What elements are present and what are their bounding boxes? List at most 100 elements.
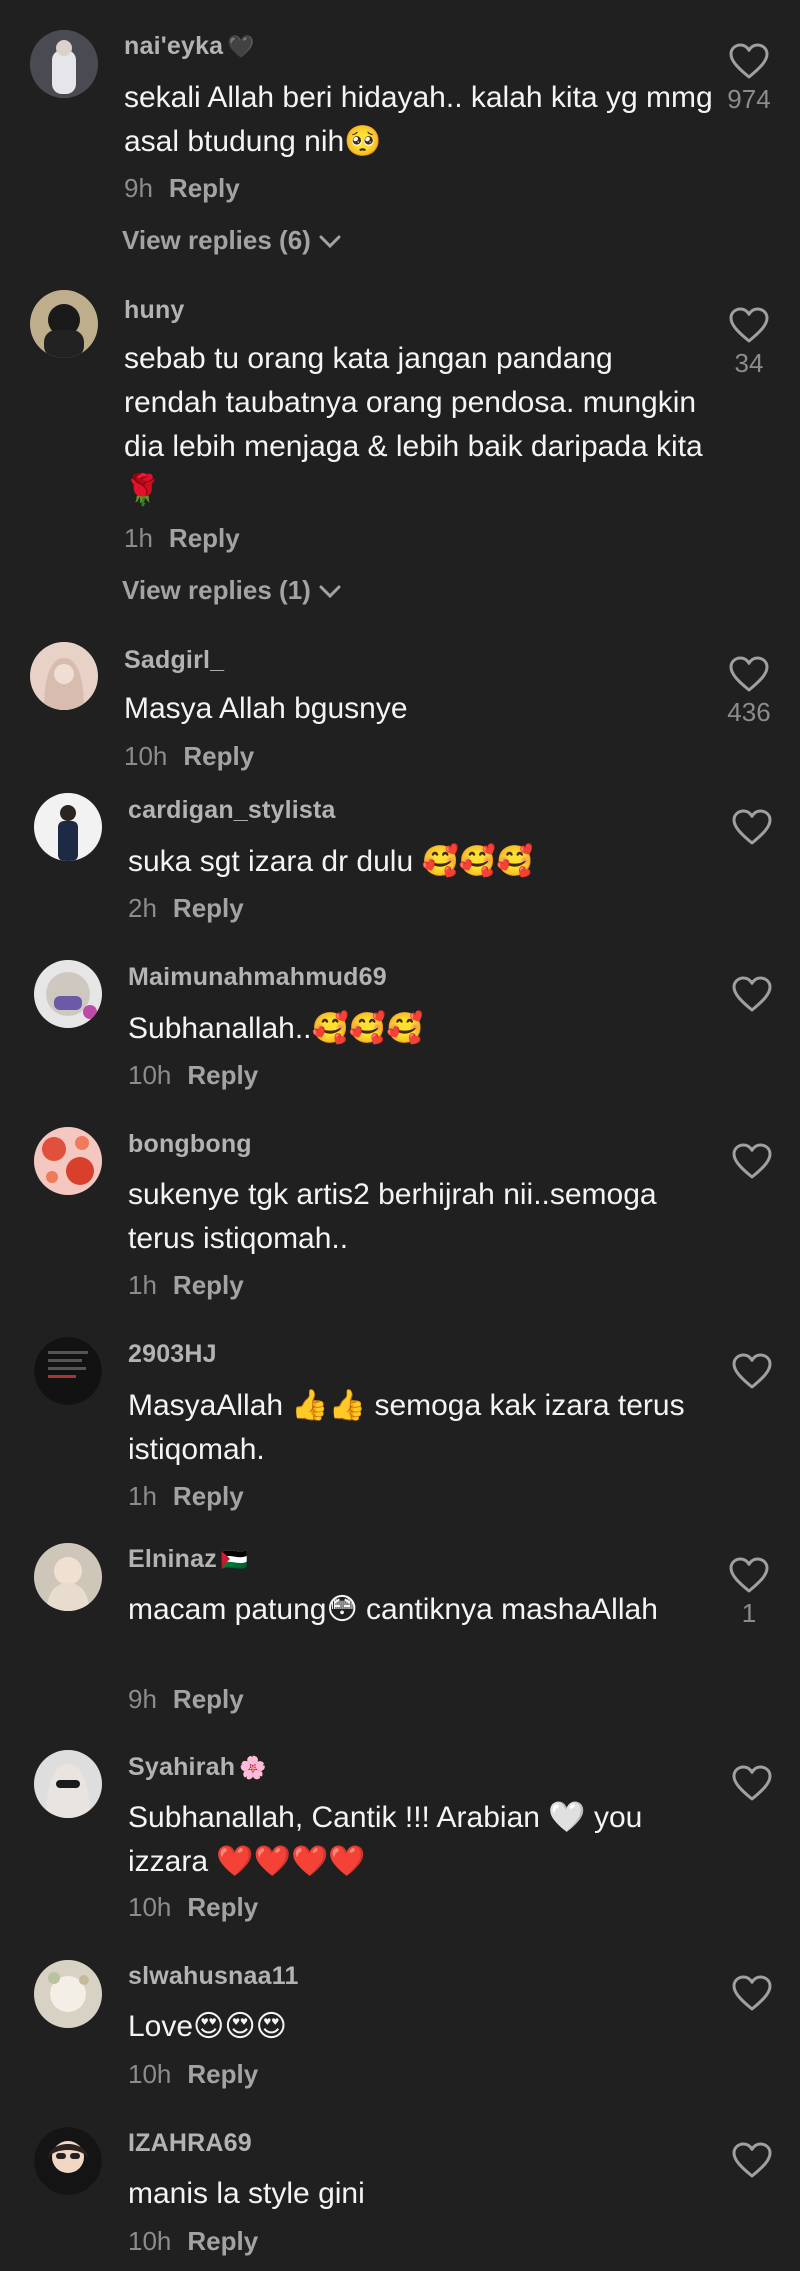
username-text: bongbong [128,1130,252,1158]
comment-text: Subhanallah..🥰🥰🥰 [128,1012,424,1045]
reply-button[interactable]: Reply [169,173,240,203]
username-text: slwahusnaa11 [128,1962,299,1990]
comment-username[interactable]: Maimunahmahmud69 [128,963,387,992]
view-replies-button[interactable]: View replies (1) [122,575,341,606]
reply-button[interactable]: Reply [187,2059,258,2089]
comment-meta: 10h Reply [124,741,254,772]
comment-time: 1h [128,1481,157,1511]
comment-text: sebab tu orang kata jangan pandang renda… [124,342,703,507]
username-text: IZAHRA69 [128,2129,252,2157]
comment-username[interactable]: IZAHRA69 [128,2129,252,2158]
heart-icon [729,1557,769,1593]
comment-username[interactable]: nai'eyka 🖤 [124,32,255,61]
view-replies-label: View replies (6) [122,225,311,255]
comment-text: Masya Allah bgusnye [124,692,408,725]
username-emoji: 🇵🇸 [220,1547,249,1572]
username-text: Elninaz [128,1545,217,1573]
reply-button[interactable]: Reply [187,2226,258,2256]
like-button[interactable] [712,975,792,1017]
comment-text: sekali Allah beri hidayah.. kalah kita y… [124,81,713,158]
avatar[interactable] [34,1337,102,1405]
comment-meta: 1h Reply [128,1481,244,1512]
reply-button[interactable]: Reply [187,1060,258,1090]
comment-meta: 2h Reply [128,893,244,924]
comment-text: MasyaAllah 👍👍 semoga kak izara terus ist… [128,1389,685,1466]
avatar[interactable] [30,642,98,710]
avatar[interactable] [34,1750,102,1818]
comment-meta: 10h Reply [128,1892,258,1923]
comment-time: 9h [128,1684,157,1714]
comment-meta: 9h Reply [124,173,240,204]
chevron-down-icon [319,585,341,599]
comment-username[interactable]: Sadgirl_ [124,646,224,675]
username-emoji: 🖤 [227,34,255,59]
heart-icon [729,307,769,343]
comment-text: manis la style gini [128,2177,365,2210]
username-text: nai'eyka [124,32,224,60]
reply-button[interactable]: Reply [183,741,254,771]
reply-button[interactable]: Reply [187,1892,258,1922]
username-text: huny [124,296,185,324]
comment-text: Subhanallah, Cantik !!! Arabian 🤍 you iz… [128,1801,643,1878]
like-button[interactable] [712,1974,792,2016]
like-button[interactable] [712,2141,792,2183]
comment-username[interactable]: cardigan_stylista [128,796,336,825]
like-button[interactable]: 436 [709,655,789,728]
view-replies-label: View replies (1) [122,575,311,605]
comment-username[interactable]: bongbong [128,1130,252,1159]
username-emoji: 🌸 [239,1755,267,1780]
heart-icon [732,809,772,845]
comment-time: 10h [128,2226,172,2256]
comment-meta: 1h Reply [128,1270,244,1301]
comment-username[interactable]: Syahirah 🌸 [128,1753,267,1782]
avatar[interactable] [34,960,102,1028]
comment-username[interactable]: huny [124,296,185,325]
like-button[interactable] [712,808,792,850]
like-button[interactable] [712,1764,792,1806]
like-count: 1 [741,1598,757,1628]
heart-icon [732,1353,772,1389]
comment-text: sukenye tgk artis2 berhijrah nii..semoga… [128,1178,657,1255]
comment-username[interactable]: slwahusnaa11 [128,1962,299,1991]
like-count: 436 [727,697,771,727]
reply-button[interactable]: Reply [173,893,244,923]
comment-time: 10h [128,1060,172,1090]
avatar[interactable] [34,2127,102,2195]
view-replies-button[interactable]: View replies (6) [122,225,341,256]
comment-time: 1h [124,523,153,553]
avatar[interactable] [34,1960,102,2028]
like-button[interactable]: 34 [709,306,789,379]
username-text: cardigan_stylista [128,796,336,824]
comment-username[interactable]: Elninaz 🇵🇸 [128,1545,249,1574]
heart-icon [732,2142,772,2178]
heart-icon [729,43,769,79]
comment-time: 10h [124,741,168,771]
avatar[interactable] [34,793,102,861]
like-button[interactable]: 974 [709,42,789,115]
like-button[interactable]: 1 [709,1556,789,1629]
comment-text: suka sgt izara dr dulu 🥰🥰🥰 [128,845,534,878]
comment-username[interactable]: 2903HJ [128,1340,217,1369]
heart-icon [732,1765,772,1801]
avatar[interactable] [34,1127,102,1195]
comment-meta: 10h Reply [128,1060,258,1091]
like-button[interactable] [712,1142,792,1184]
comment-time: 9h [124,173,153,203]
avatar[interactable] [34,1543,102,1611]
comment-meta: 9h Reply [128,1684,244,1715]
comment-meta: 10h Reply [128,2226,258,2257]
reply-button[interactable]: Reply [173,1481,244,1511]
chevron-down-icon [319,235,341,249]
comment-text: Love😍😍😍 [128,2010,287,2043]
reply-button[interactable]: Reply [173,1270,244,1300]
heart-icon [729,656,769,692]
like-button[interactable] [712,1352,792,1394]
reply-button[interactable]: Reply [173,1684,244,1714]
comment-time: 2h [128,893,157,923]
avatar[interactable] [30,290,98,358]
reply-button[interactable]: Reply [169,523,240,553]
avatar[interactable] [30,30,98,98]
username-text: Sadgirl_ [124,646,225,674]
comment-meta: 1h Reply [124,523,240,554]
comment-time: 1h [128,1270,157,1300]
